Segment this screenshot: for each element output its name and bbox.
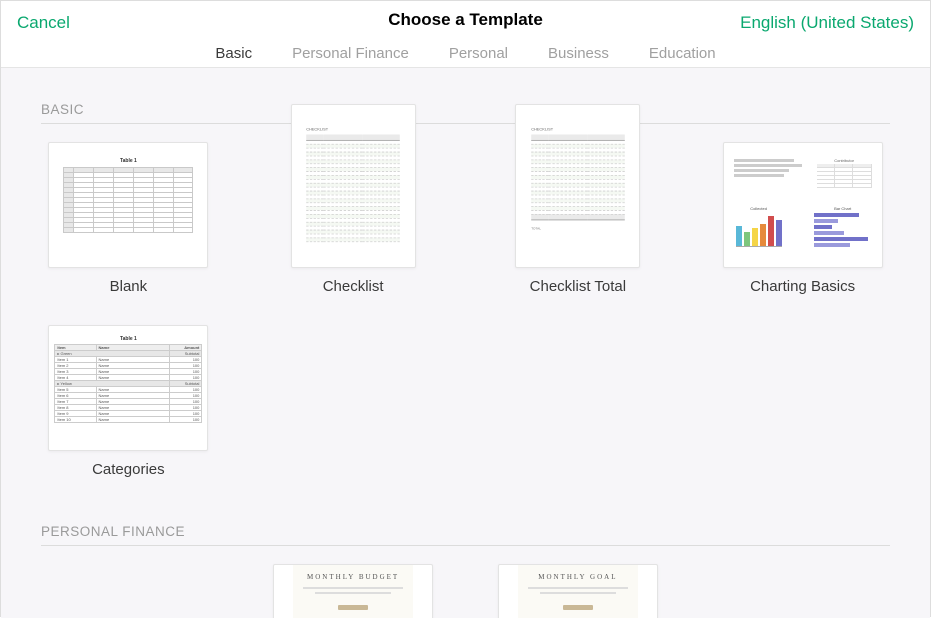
template-charting-basics[interactable]: Contributor Collected: [715, 142, 890, 295]
template-categories-thumbnail: Table 1 ItemNameAmount ▸ GreenSubtotal I…: [48, 325, 208, 451]
templates-grid-basic: Table 1: [41, 142, 890, 478]
templates-grid-personal-finance: MONTHLY BUDGET MONTHLY GOAL: [41, 564, 890, 618]
template-categories-label: Categories: [92, 461, 165, 478]
tab-personal-finance[interactable]: Personal Finance: [292, 45, 409, 62]
template-charting-basics-thumbnail: Contributor Collected: [723, 142, 883, 268]
template-blank[interactable]: Table 1: [41, 142, 216, 295]
tab-business[interactable]: Business: [548, 45, 609, 62]
tab-education[interactable]: Education: [649, 45, 716, 62]
template-blank-thumbnail: Table 1: [48, 142, 208, 268]
template-categories[interactable]: Table 1 ItemNameAmount ▸ GreenSubtotal I…: [41, 325, 216, 478]
header-row: Cancel Choose a Template English (United…: [1, 1, 930, 37]
template-checklist-total[interactable]: CHECKLIST TO: [491, 104, 666, 295]
page-title: Choose a Template: [388, 10, 543, 30]
tab-basic[interactable]: Basic: [215, 45, 252, 62]
template-blank-label: Blank: [110, 278, 148, 295]
template-checklist-thumbnail: CHECKLIST: [291, 104, 416, 268]
template-checklist[interactable]: CHECKLIST: [266, 104, 441, 295]
monthly-goal-thumb-title: MONTHLY GOAL: [524, 573, 632, 581]
template-monthly-goal[interactable]: MONTHLY GOAL: [491, 564, 666, 618]
header-bar: Cancel Choose a Template English (United…: [1, 1, 930, 68]
template-charting-basics-label: Charting Basics: [750, 278, 855, 295]
template-monthly-goal-thumbnail: MONTHLY GOAL: [498, 564, 658, 618]
template-monthly-budget-thumbnail: MONTHLY BUDGET: [273, 564, 433, 618]
section-heading-basic: BASIC: [41, 96, 890, 124]
template-checklist-total-thumbnail: CHECKLIST TO: [515, 104, 640, 268]
cancel-button[interactable]: Cancel: [17, 13, 70, 33]
template-chooser-content[interactable]: BASIC Table 1: [1, 68, 930, 618]
category-tabs: Basic Personal Finance Personal Business…: [1, 37, 930, 62]
tab-personal[interactable]: Personal: [449, 45, 508, 62]
template-checklist-total-label: Checklist Total: [530, 278, 626, 295]
template-checklist-label: Checklist: [323, 278, 384, 295]
language-button[interactable]: English (United States): [740, 13, 914, 33]
template-monthly-budget[interactable]: MONTHLY BUDGET: [266, 564, 441, 618]
monthly-budget-thumb-title: MONTHLY BUDGET: [299, 573, 407, 581]
section-heading-personal-finance: PERSONAL FINANCE: [41, 518, 890, 546]
